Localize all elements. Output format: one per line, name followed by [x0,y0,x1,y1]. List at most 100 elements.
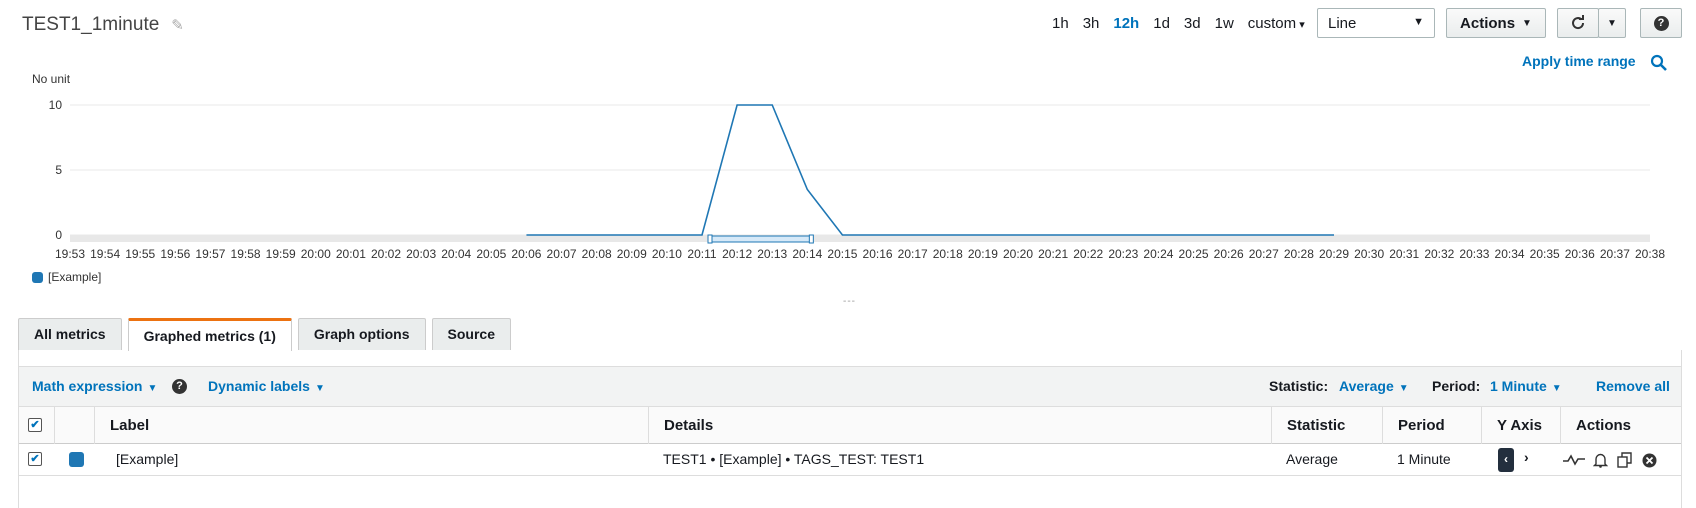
chevron-down-icon: ▼ [147,383,158,394]
refresh-options-button[interactable]: ▼ [1598,8,1626,38]
x-tick-label: 20:38 [1635,247,1665,261]
period-value: 1 Minute [1490,378,1547,394]
x-tick-label: 20:05 [476,247,506,261]
x-tick-label: 20:32 [1424,247,1454,261]
remove-all-link[interactable]: Remove all [1596,378,1670,394]
statistic-label: Statistic: [1269,378,1329,394]
dynamic-labels-dropdown[interactable]: Dynamic labels ▼ [208,378,325,394]
y-tick-label: 5 [55,163,62,177]
x-tick-label: 20:21 [1038,247,1068,261]
y-tick-label: 10 [49,98,63,112]
dashboard-title-row: TEST1_1minute ✎ [22,14,184,36]
x-tick-label: 19:54 [90,247,120,261]
refresh-icon [1572,15,1585,30]
resize-handle[interactable]: --- [843,296,856,307]
statistic-value: Average [1339,378,1394,394]
period-label: Period: [1432,378,1481,394]
x-tick-label: 20:09 [617,247,647,261]
x-tick-label: 20:24 [1143,247,1173,261]
actions-column-header: Actions [1560,407,1683,444]
help-button[interactable]: ? [1640,8,1682,38]
caret-down-icon: ▼ [1522,17,1532,29]
zoom-icon[interactable] [1650,54,1668,72]
x-tick-label: 20:36 [1565,247,1595,261]
math-expression-dropdown[interactable]: Math expression ▼ [32,378,157,394]
range-1d[interactable]: 1d [1153,15,1170,32]
x-tick-label: 19:55 [125,247,155,261]
graph-icon[interactable] [1563,454,1585,466]
x-tick-label: 20:02 [371,247,401,261]
x-tick-label: 20:07 [547,247,577,261]
legend-swatch [32,271,43,283]
x-tick-label: 20:25 [1179,247,1209,261]
bell-icon[interactable] [1593,452,1608,468]
info-icon[interactable]: ? [172,379,187,394]
statistic-column-header[interactable]: Statistic [1271,407,1383,444]
x-tick-label: 20:20 [1003,247,1033,261]
x-tick-label: 20:18 [933,247,963,261]
details-column-header[interactable]: Details [648,407,1283,444]
range-1h[interactable]: 1h [1052,15,1069,32]
chevron-down-icon: ▼ [314,383,325,394]
select-all-checkbox[interactable]: ✔ [28,418,42,432]
x-tick-label: 20:34 [1495,247,1525,261]
metrics-tabs: All metrics Graphed metrics (1) Graph op… [18,318,511,351]
period-column-header[interactable]: Period [1382,407,1482,444]
chevron-down-icon: ▼ [1398,383,1409,394]
y-tick-label: 0 [55,228,62,242]
chevron-right-icon[interactable]: › [1524,449,1529,465]
x-tick-label: 20:03 [406,247,436,261]
x-tick-label: 20:35 [1530,247,1560,261]
x-tick-label: 20:37 [1600,247,1630,261]
x-tick-label: 20:01 [336,247,366,261]
actions-button[interactable]: Actions ▼ [1446,8,1546,38]
row-checkbox[interactable]: ✔ [28,452,42,466]
range-custom[interactable]: custom [1248,15,1305,32]
tab-all-metrics[interactable]: All metrics [18,318,122,350]
x-tick-label: 20:14 [792,247,822,261]
label-column-header[interactable]: Label [94,407,666,444]
tab-graph-options[interactable]: Graph options [297,318,426,350]
row-statistic[interactable]: Average [1286,451,1338,467]
tab-source[interactable]: Source [431,318,511,350]
chart-type-select[interactable]: Line ▼ [1317,8,1435,38]
x-tick-label: 20:13 [757,247,787,261]
pencil-icon[interactable]: ✎ [171,16,184,34]
help-icon: ? [1653,15,1669,31]
metric-line-chart[interactable]: 0 5 10 19:53 19:54 19:55 19:56 19:57 19:58 19:59 2… [0,90,1696,270]
x-tick-label: 20:30 [1354,247,1384,261]
period-dropdown[interactable]: 1 Minute ▼ [1490,378,1562,394]
remove-icon[interactable] [1642,453,1657,468]
x-tick-label: 20:27 [1249,247,1279,261]
chart-legend[interactable]: [Example] [32,270,101,284]
x-tick-label: 20:23 [1108,247,1138,261]
range-12h[interactable]: 12h [1113,15,1139,32]
row-label[interactable]: [Example] [116,451,178,467]
actions-button-label: Actions [1460,14,1516,32]
x-tick-label: 20:06 [511,247,541,261]
row-period[interactable]: 1 Minute [1397,451,1451,467]
range-3h[interactable]: 3h [1083,15,1100,32]
refresh-button[interactable] [1557,8,1599,38]
x-tick-label: 20:17 [898,247,928,261]
dynamic-labels-label: Dynamic labels [208,378,310,394]
y-axis-column-header[interactable]: Y Axis [1481,407,1561,444]
x-tick-label: 20:28 [1284,247,1314,261]
x-tick-label: 19:59 [266,247,296,261]
statistic-dropdown[interactable]: Average ▼ [1339,378,1409,394]
copy-icon[interactable] [1617,452,1633,468]
apply-time-range-link[interactable]: Apply time range [1522,53,1636,69]
graphed-metrics-panel: Math expression ▼ ? Dynamic labels ▼ Stati… [18,350,1682,508]
x-tick-label: 19:53 [55,247,85,261]
color-column-header [54,407,94,444]
tab-graphed-metrics[interactable]: Graphed metrics (1) [127,318,292,351]
chevron-left-icon[interactable]: ‹ [1498,448,1514,472]
series-color-swatch[interactable] [69,452,84,467]
range-3d[interactable]: 3d [1184,15,1201,32]
range-1w[interactable]: 1w [1215,15,1234,32]
x-tick-label: 20:12 [722,247,752,261]
y-axis-unit: No unit [32,72,71,86]
x-tick-label: 20:19 [968,247,998,261]
x-tick-label: 20:29 [1319,247,1349,261]
time-range-selector: 1h 3h 12h 1d 3d 1w custom [1052,15,1305,32]
